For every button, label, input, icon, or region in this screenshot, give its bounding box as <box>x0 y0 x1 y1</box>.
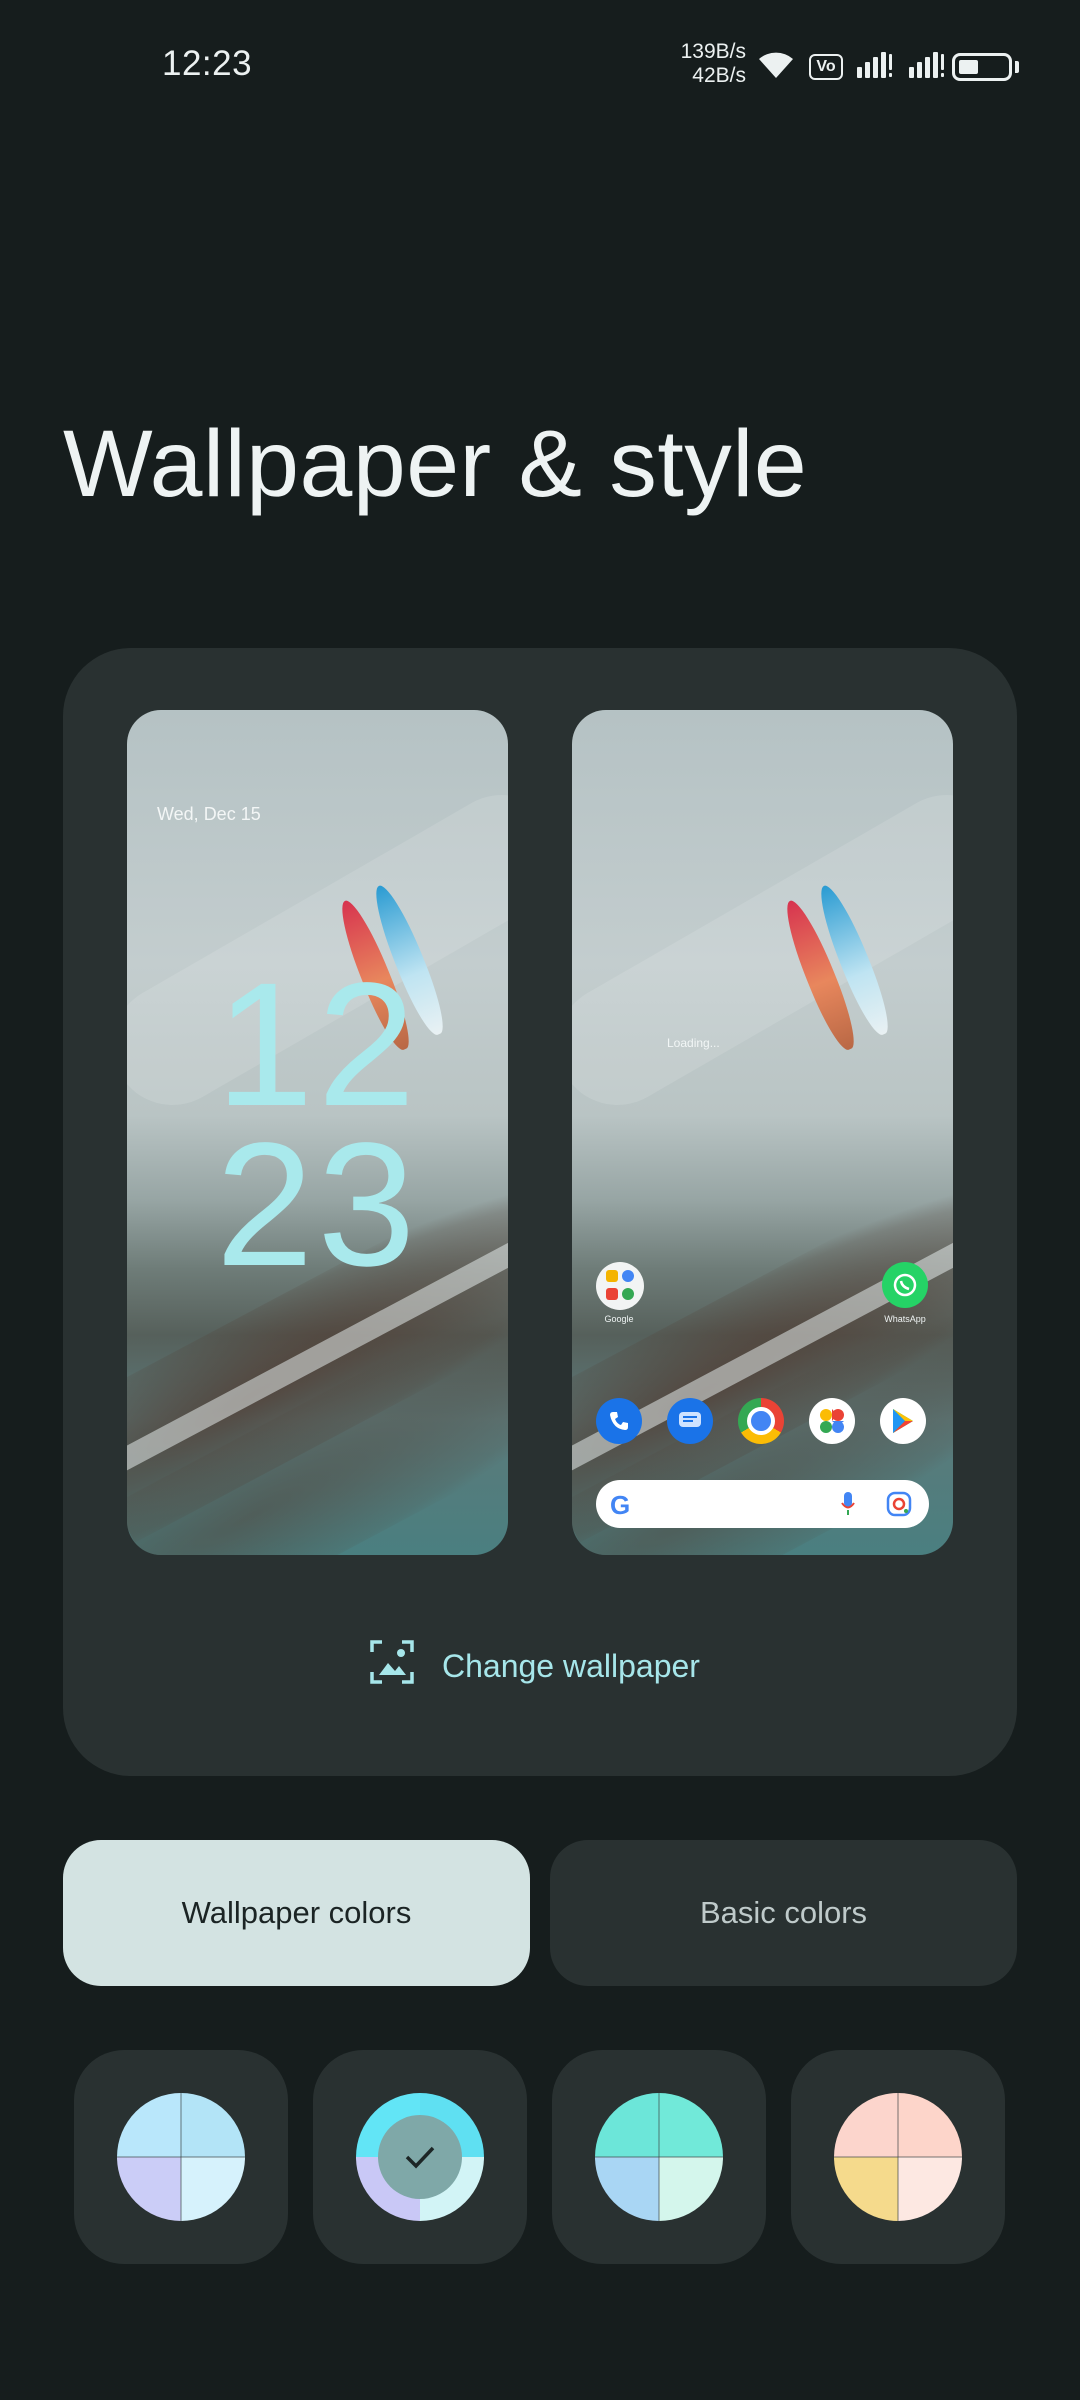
color-quadrant <box>834 2157 898 2221</box>
change-wallpaper-button[interactable]: Change wallpaper <box>368 1636 700 1696</box>
lock-screen-clock: 12 23 <box>127 947 508 1303</box>
wifi-icon <box>757 50 795 85</box>
lock-clock-hours: 12 <box>215 947 420 1143</box>
color-wheel <box>117 2093 245 2221</box>
color-quadrant <box>659 2093 723 2157</box>
tab-basic-colors[interactable]: Basic colors <box>550 1840 1017 1986</box>
phone-icon <box>596 1398 642 1444</box>
whatsapp-icon <box>882 1262 928 1308</box>
color-swatch-option[interactable] <box>74 2050 288 2264</box>
volte-icon: Vo <box>809 54 843 80</box>
messages-icon <box>667 1398 713 1444</box>
color-quadrant <box>834 2093 898 2157</box>
chrome-icon <box>738 1398 784 1444</box>
play-store-icon <box>880 1398 926 1444</box>
lock-clock-minutes: 23 <box>215 1107 420 1303</box>
whatsapp-label: WhatsApp <box>884 1314 926 1324</box>
status-time: 12:23 <box>162 44 253 83</box>
status-bar: 12:23 139B/s 42B/s Vo <box>0 0 1080 132</box>
color-quadrant <box>117 2093 181 2157</box>
color-quadrant <box>117 2157 181 2221</box>
tab-label: Wallpaper colors <box>181 1895 412 1930</box>
color-wheel <box>834 2093 962 2221</box>
color-wheel <box>595 2093 723 2221</box>
color-wheel <box>356 2093 484 2221</box>
wallpaper-texture <box>572 773 953 1127</box>
wallpaper-preview-card: Wed, Dec 15 12 23 Loading... Google What… <box>63 648 1017 1776</box>
home-screen-preview[interactable]: Loading... Google WhatsApp G <box>572 710 953 1555</box>
change-wallpaper-icon <box>368 1638 416 1694</box>
lock-screen-date: Wed, Dec 15 <box>157 804 261 824</box>
color-swatch-option[interactable] <box>552 2050 766 2264</box>
color-quadrant <box>659 2157 723 2221</box>
lens-icon <box>886 1491 912 1522</box>
google-folder-icon <box>596 1262 644 1310</box>
home-search-bar: G <box>596 1480 929 1528</box>
status-icons: Vo <box>757 48 947 86</box>
color-quadrant <box>181 2093 245 2157</box>
change-wallpaper-label: Change wallpaper <box>442 1647 700 1684</box>
color-quadrant <box>595 2157 659 2221</box>
mic-icon <box>841 1492 855 1521</box>
color-quadrant <box>181 2157 245 2221</box>
color-swatch-option-selected[interactable] <box>313 2050 527 2264</box>
checkmark-icon <box>378 2115 462 2199</box>
loading-text: Loading... <box>667 1036 720 1050</box>
network-speed: 139B/s 42B/s <box>660 40 746 88</box>
battery-level <box>959 60 978 74</box>
wheel-divider <box>834 2156 962 2158</box>
google-g-icon: G <box>610 1490 631 1520</box>
signal-icon-2 <box>909 51 947 83</box>
color-quadrant <box>595 2093 659 2157</box>
color-quadrant <box>898 2157 962 2221</box>
tab-label: Basic colors <box>699 1895 868 1930</box>
photos-icon <box>809 1398 855 1444</box>
color-swatch-option[interactable] <box>791 2050 1005 2264</box>
lock-screen-preview[interactable]: Wed, Dec 15 12 23 <box>127 710 508 1555</box>
page-title: Wallpaper & style <box>63 411 808 517</box>
battery-icon <box>952 53 1012 81</box>
color-quadrant <box>898 2093 962 2157</box>
signal-icon <box>857 51 895 83</box>
wheel-divider <box>595 2156 723 2158</box>
tab-wallpaper-colors[interactable]: Wallpaper colors <box>63 1840 530 1986</box>
battery-tip <box>1015 61 1019 73</box>
net-down-speed: 42B/s <box>692 64 746 87</box>
net-up-speed: 139B/s <box>680 40 746 63</box>
folder-label: Google <box>604 1314 634 1324</box>
wheel-divider <box>117 2156 245 2158</box>
